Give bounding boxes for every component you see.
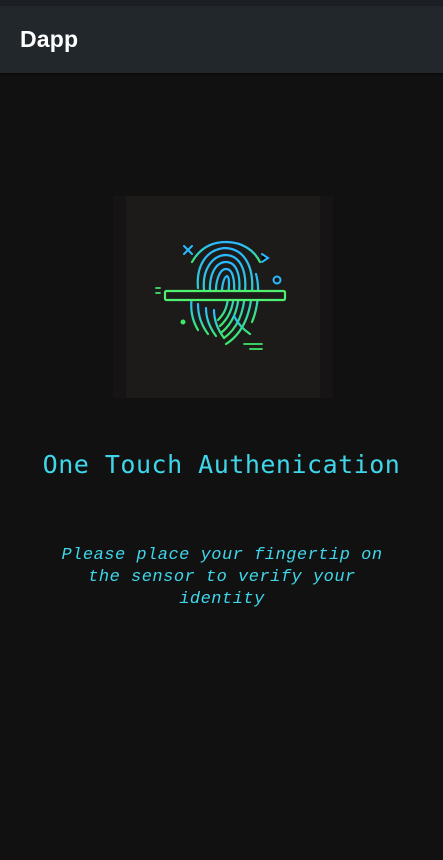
app-bar: Dapp bbox=[0, 6, 443, 73]
instruction-text: Please place your fingertip on the senso… bbox=[61, 546, 383, 609]
fingerprint-scan-icon bbox=[155, 240, 287, 350]
fingerprint-sensor-area[interactable] bbox=[113, 196, 333, 398]
fingerprint-image-panel bbox=[126, 196, 320, 398]
app-title: Dapp bbox=[20, 26, 79, 52]
page-title: One Touch Authenication bbox=[42, 450, 401, 479]
